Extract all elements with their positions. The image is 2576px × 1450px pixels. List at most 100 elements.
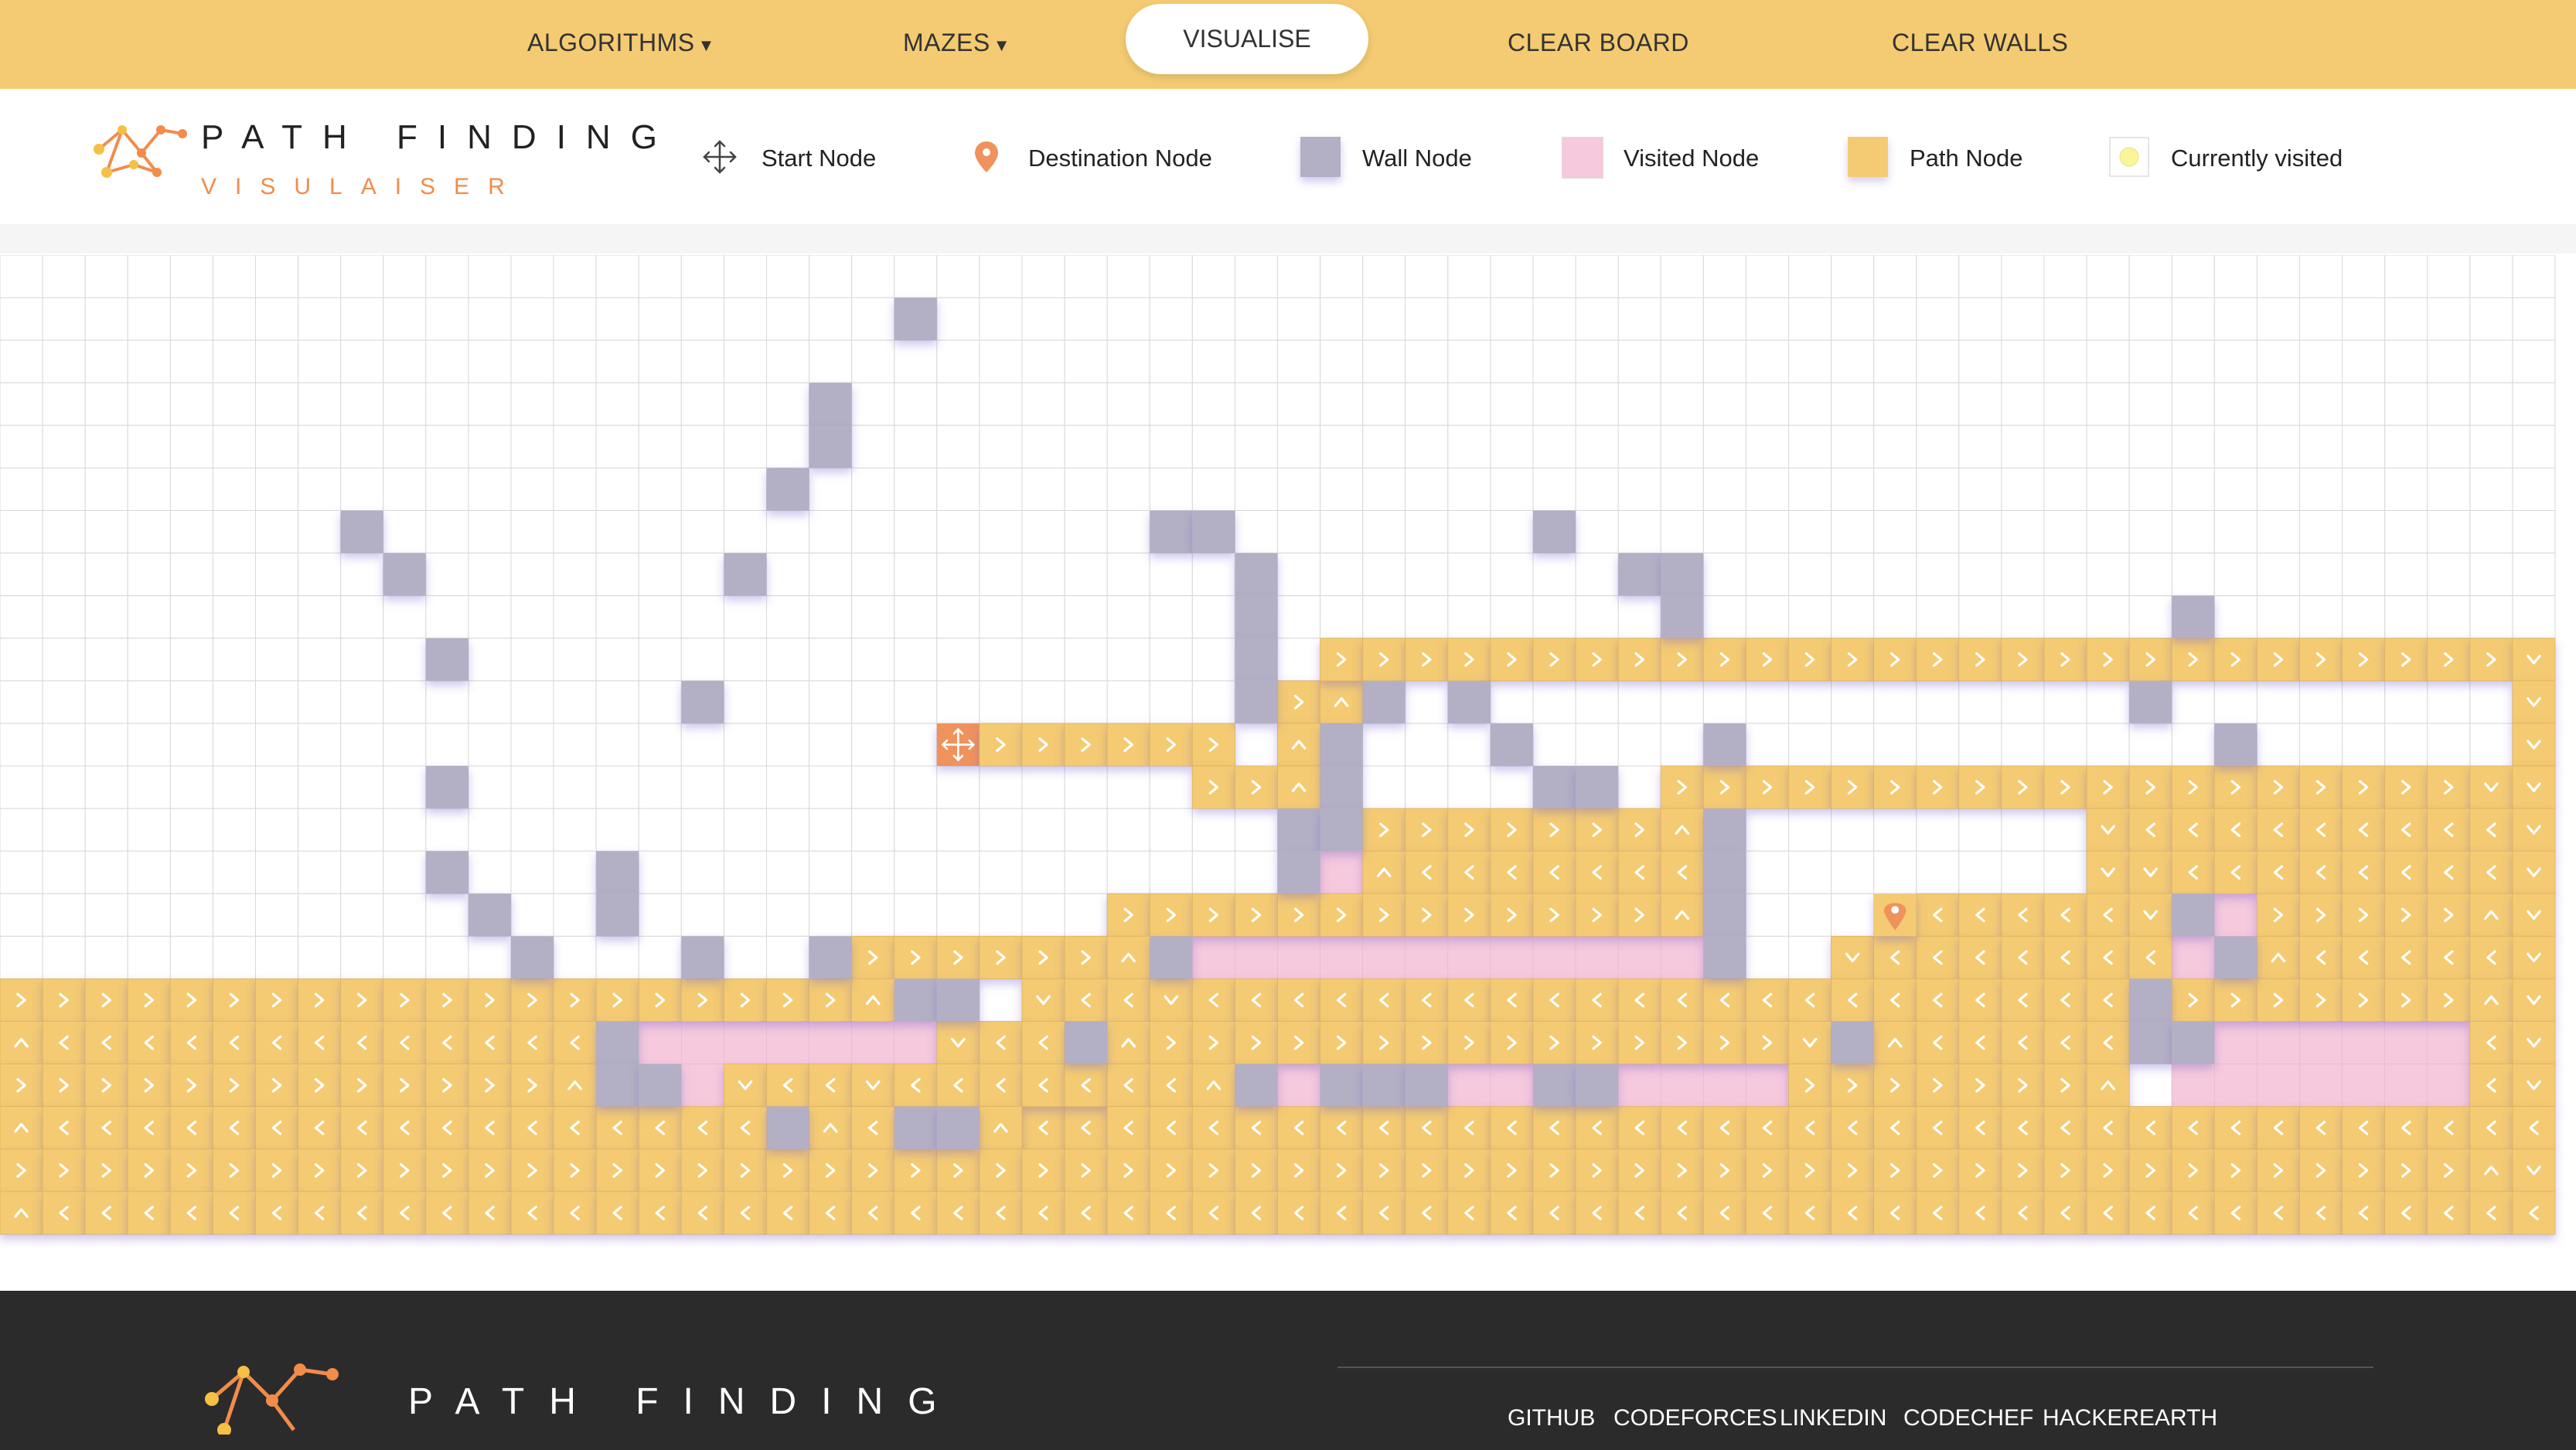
grid-cell[interactable] xyxy=(1532,255,1576,298)
grid-cell[interactable] xyxy=(2342,680,2386,724)
grid-cell[interactable] xyxy=(1191,808,1235,852)
grid-cell[interactable] xyxy=(2001,297,2045,341)
grid-cell[interactable] xyxy=(2256,255,2301,298)
path-node[interactable] xyxy=(1702,638,1746,682)
path-node[interactable] xyxy=(595,1191,639,1235)
path-node[interactable] xyxy=(255,1064,298,1108)
grid-cell[interactable] xyxy=(2043,510,2087,554)
grid-cell[interactable] xyxy=(1788,893,1832,937)
path-node[interactable] xyxy=(1447,1106,1491,1150)
grid-cell[interactable] xyxy=(1405,339,1449,383)
grid-cell[interactable] xyxy=(595,297,639,341)
grid-cell[interactable] xyxy=(1106,510,1150,554)
grid-cell[interactable] xyxy=(1021,255,1065,298)
grid-cell[interactable] xyxy=(851,723,895,767)
grid-cell[interactable] xyxy=(42,297,86,341)
grid-cell[interactable] xyxy=(2342,424,2386,468)
grid-cell[interactable] xyxy=(212,638,256,682)
grid-cell[interactable] xyxy=(1916,339,1960,383)
grid-cell[interactable] xyxy=(2043,680,2087,724)
path-node[interactable] xyxy=(595,1106,639,1150)
path-node[interactable] xyxy=(2384,1191,2428,1235)
grid-cell[interactable] xyxy=(680,850,724,894)
wall-node[interactable] xyxy=(340,510,383,553)
grid-cell[interactable] xyxy=(766,893,810,937)
path-node[interactable] xyxy=(2213,1191,2257,1235)
path-node[interactable] xyxy=(2128,1149,2172,1193)
path-node[interactable] xyxy=(42,1064,86,1108)
grid-cell[interactable] xyxy=(1831,680,1875,724)
grid-cell[interactable] xyxy=(2213,510,2257,554)
grid-cell[interactable] xyxy=(2213,255,2257,298)
grid-cell[interactable] xyxy=(809,723,853,767)
grid-cell[interactable] xyxy=(894,765,938,809)
path-node[interactable] xyxy=(340,1021,384,1064)
visited-node[interactable] xyxy=(638,1021,682,1064)
grid-cell[interactable] xyxy=(723,850,768,894)
grid-cell[interactable] xyxy=(979,553,1023,597)
grid-cell[interactable] xyxy=(1362,595,1406,639)
grid-cell[interactable] xyxy=(1064,297,1108,341)
path-node[interactable] xyxy=(766,1191,809,1235)
grid-cell[interactable] xyxy=(127,723,171,767)
grid-cell[interactable] xyxy=(553,510,597,554)
grid-cell[interactable] xyxy=(638,467,682,511)
grid-cell[interactable] xyxy=(169,808,213,852)
path-node[interactable] xyxy=(1021,1021,1065,1064)
path-node[interactable] xyxy=(2512,765,2556,809)
path-node[interactable] xyxy=(1916,1149,1960,1193)
path-node[interactable] xyxy=(1916,638,1960,682)
grid-cell[interactable] xyxy=(680,808,724,852)
grid-cell[interactable] xyxy=(127,255,171,298)
grid-cell[interactable] xyxy=(255,638,299,682)
path-node[interactable] xyxy=(2342,765,2386,809)
grid-cell[interactable] xyxy=(468,638,512,682)
grid-cell[interactable] xyxy=(894,382,938,426)
path-node[interactable] xyxy=(936,1191,980,1235)
grid-cell[interactable] xyxy=(2043,595,2087,639)
path-node[interactable] xyxy=(2043,935,2087,979)
grid-cell[interactable] xyxy=(723,680,768,724)
grid-cell[interactable] xyxy=(510,893,554,937)
grid-cell[interactable] xyxy=(553,850,597,894)
grid-cell[interactable] xyxy=(42,638,86,682)
visited-node[interactable] xyxy=(1320,936,1363,979)
grid-cell[interactable] xyxy=(979,595,1023,639)
clear-walls-button[interactable]: CLEAR WALLS xyxy=(1892,23,2068,62)
grid-cell[interactable] xyxy=(1617,339,1661,383)
grid-cell[interactable] xyxy=(383,510,427,554)
grid-cell[interactable] xyxy=(1788,297,1832,341)
grid-cell[interactable] xyxy=(894,850,938,894)
grid-cell[interactable] xyxy=(2384,680,2428,724)
grid-cell[interactable] xyxy=(1490,424,1534,468)
grid-cell[interactable] xyxy=(766,297,810,341)
grid-cell[interactable] xyxy=(84,424,128,468)
grid-cell[interactable] xyxy=(2427,467,2471,511)
grid-cell[interactable] xyxy=(723,638,768,682)
wall-node[interactable] xyxy=(1320,1064,1363,1107)
grid-cell[interactable] xyxy=(1405,723,1449,767)
path-node[interactable] xyxy=(2257,935,2300,979)
grid-cell[interactable] xyxy=(298,850,342,894)
grid-cell[interactable] xyxy=(1873,510,1917,554)
grid-cell[interactable] xyxy=(1064,808,1108,852)
grid-cell[interactable] xyxy=(1916,808,1960,852)
path-node[interactable] xyxy=(383,1106,427,1150)
grid-cell[interactable] xyxy=(894,255,938,298)
grid-cell[interactable] xyxy=(1958,553,2002,597)
path-node[interactable] xyxy=(1788,1064,1831,1108)
grid-cell[interactable] xyxy=(169,467,213,511)
grid-cell[interactable] xyxy=(1660,467,1704,511)
grid-cell[interactable] xyxy=(2171,510,2215,554)
grid-cell[interactable] xyxy=(638,680,682,724)
grid-cell[interactable] xyxy=(340,893,384,937)
visited-node[interactable] xyxy=(1575,936,1619,979)
path-node[interactable] xyxy=(1405,893,1449,937)
grid-cell[interactable] xyxy=(212,850,256,894)
path-node[interactable] xyxy=(1831,1191,1875,1235)
grid-cell[interactable] xyxy=(1447,339,1491,383)
wall-node[interactable] xyxy=(425,851,469,894)
grid-cell[interactable] xyxy=(1702,510,1746,554)
grid-cell[interactable] xyxy=(0,808,43,852)
path-node[interactable] xyxy=(1191,1191,1235,1235)
